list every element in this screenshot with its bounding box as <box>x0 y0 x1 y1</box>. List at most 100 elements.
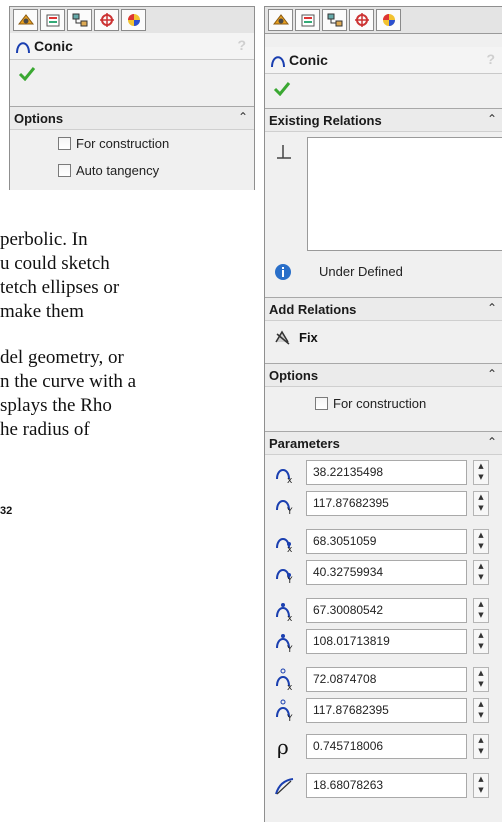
spin-buttons[interactable]: ▲ ▼ <box>473 734 489 759</box>
left-panel-title: Conic <box>34 38 73 54</box>
parameter-input[interactable]: 18.68078263 <box>306 773 467 798</box>
feature-manager-tab[interactable] <box>268 9 293 31</box>
doc-line-7: splays the Rho <box>0 395 112 416</box>
help-icon[interactable]: ? <box>237 37 246 53</box>
spin-buttons[interactable]: ▲ ▼ <box>473 491 489 516</box>
parameters-header-label: Parameters <box>269 435 340 451</box>
appearance-tab[interactable] <box>376 9 401 31</box>
ok-check-icon[interactable] <box>18 65 36 81</box>
auto-tangency-checkbox[interactable] <box>58 164 71 177</box>
spin-buttons[interactable]: ▲ ▼ <box>473 598 489 623</box>
parameter-input[interactable]: 40.32759934 <box>306 560 467 585</box>
conic-icon <box>271 56 285 68</box>
radius-of-curvature-icon <box>275 778 294 795</box>
for-construction-checkbox-row[interactable]: For construction <box>58 136 169 151</box>
help-icon[interactable]: ? <box>486 51 495 67</box>
collapse-icon[interactable]: ⌃ <box>487 112 497 126</box>
top-vertex-y-icon: Y <box>276 634 293 654</box>
svg-text:x: x <box>287 614 293 623</box>
doc-line-2: u could sketch <box>0 253 110 274</box>
parameter-row: Y 117.87682395 ▲ ▼ <box>265 488 502 518</box>
appearance-icon <box>127 14 140 26</box>
configuration-manager-icon <box>327 13 342 27</box>
dimxpert-tab[interactable] <box>349 9 374 31</box>
right-tab-bar <box>265 7 502 34</box>
parameter-row: Y 108.01713819 ▲ ▼ <box>265 626 502 656</box>
svg-text:x: x <box>287 683 293 692</box>
options-header-label: Options <box>14 110 64 126</box>
left-title-bar: Conic ? <box>10 33 254 60</box>
parameter-input[interactable]: 108.01713819 <box>306 629 467 654</box>
collapse-icon[interactable]: ⌃ <box>487 301 497 315</box>
for-construction-checkbox-row[interactable]: For construction <box>315 396 426 411</box>
configuration-manager-icon <box>72 13 87 27</box>
svg-text:ρ: ρ <box>277 735 289 759</box>
add-relations-header[interactable]: Add Relations ⌃ <box>265 298 502 321</box>
property-manager-icon <box>301 14 314 27</box>
appearance-icon <box>382 14 395 26</box>
conic-icon <box>16 42 30 54</box>
svg-text:Y: Y <box>286 576 293 585</box>
spin-buttons[interactable]: ▲ ▼ <box>473 460 489 485</box>
right-ok-row <box>265 75 502 101</box>
right-panel-title: Conic <box>289 52 328 68</box>
right-options-header[interactable]: Options ⌃ <box>265 364 502 387</box>
parameter-row: Y 40.32759934 ▲ ▼ <box>265 557 502 587</box>
feature-manager-tab[interactable] <box>13 9 38 31</box>
spin-buttons[interactable]: ▲ ▼ <box>473 529 489 554</box>
parameter-input[interactable]: 0.745718006 <box>306 734 467 759</box>
parameter-row: x 72.0874708 ▲ ▼ <box>265 664 502 694</box>
existing-relations-list[interactable] <box>307 137 502 251</box>
parameters-group: Parameters ⌃ x 38.22135498 ▲ ▼ Y 117.8768… <box>265 431 502 822</box>
dimxpert-icon <box>99 13 114 27</box>
right-property-manager: Conic ? Existing Relations ⌃ Under Defin… <box>264 6 502 822</box>
spin-buttons[interactable]: ▲ ▼ <box>473 698 489 723</box>
ok-check-icon[interactable] <box>273 80 291 96</box>
parameters-header[interactable]: Parameters ⌃ <box>265 432 502 455</box>
existing-relations-header[interactable]: Existing Relations ⌃ <box>265 109 502 132</box>
collapse-icon[interactable]: ⌃ <box>487 367 497 381</box>
parameter-row: x 67.30080542 ▲ ▼ <box>265 595 502 625</box>
left-options-group: Options ⌃ For construction Auto tangency <box>10 106 254 190</box>
spin-buttons[interactable]: ▲ ▼ <box>473 629 489 654</box>
configuration-manager-tab[interactable] <box>322 9 347 31</box>
auto-tangency-label: Auto tangency <box>76 163 160 178</box>
svg-text:x: x <box>287 476 293 485</box>
left-options-header[interactable]: Options ⌃ <box>10 107 254 130</box>
relations-icon <box>277 145 291 159</box>
for-construction-checkbox[interactable] <box>58 137 71 150</box>
parameter-row: Y 117.87682395 ▲ ▼ <box>265 695 502 725</box>
property-manager-tab[interactable] <box>295 9 320 31</box>
doc-line-8: he radius of <box>0 419 90 440</box>
dimxpert-tab[interactable] <box>94 9 119 31</box>
parameter-input[interactable]: 72.0874708 <box>306 667 467 692</box>
collapse-icon[interactable]: ⌃ <box>238 110 248 124</box>
spin-buttons[interactable]: ▲ ▼ <box>473 773 489 798</box>
appearance-tab[interactable] <box>121 9 146 31</box>
collapse-icon[interactable]: ⌃ <box>487 435 497 449</box>
fix-relation-button[interactable]: Fix <box>273 328 318 346</box>
spin-buttons[interactable]: ▲ ▼ <box>473 667 489 692</box>
auto-tangency-checkbox-row[interactable]: Auto tangency <box>58 163 159 178</box>
spin-buttons[interactable]: ▲ ▼ <box>473 560 489 585</box>
svg-text:Y: Y <box>286 507 293 516</box>
for-construction-checkbox[interactable] <box>315 397 328 410</box>
fix-icon <box>275 330 290 345</box>
end-y-icon: Y <box>276 569 293 585</box>
doc-line-5: del geometry, or <box>0 347 124 368</box>
parameter-row: ρ 0.745718006 ▲ ▼ <box>265 731 502 761</box>
info-icon <box>275 264 291 280</box>
add-relations-group: Add Relations ⌃ Fix <box>265 297 502 362</box>
parameter-input[interactable]: 38.22135498 <box>306 460 467 485</box>
parameter-input[interactable]: 67.30080542 <box>306 598 467 623</box>
feature-manager-icon <box>272 14 289 25</box>
doc-line-4: make them <box>0 301 84 322</box>
property-manager-tab[interactable] <box>40 9 65 31</box>
start-x-icon: x <box>276 469 293 485</box>
configuration-manager-tab[interactable] <box>67 9 92 31</box>
parameter-input[interactable]: 68.3051059 <box>306 529 467 554</box>
parameter-input[interactable]: 117.87682395 <box>306 698 467 723</box>
property-manager-icon <box>46 14 59 27</box>
left-tab-bar <box>10 7 254 34</box>
parameter-input[interactable]: 117.87682395 <box>306 491 467 516</box>
